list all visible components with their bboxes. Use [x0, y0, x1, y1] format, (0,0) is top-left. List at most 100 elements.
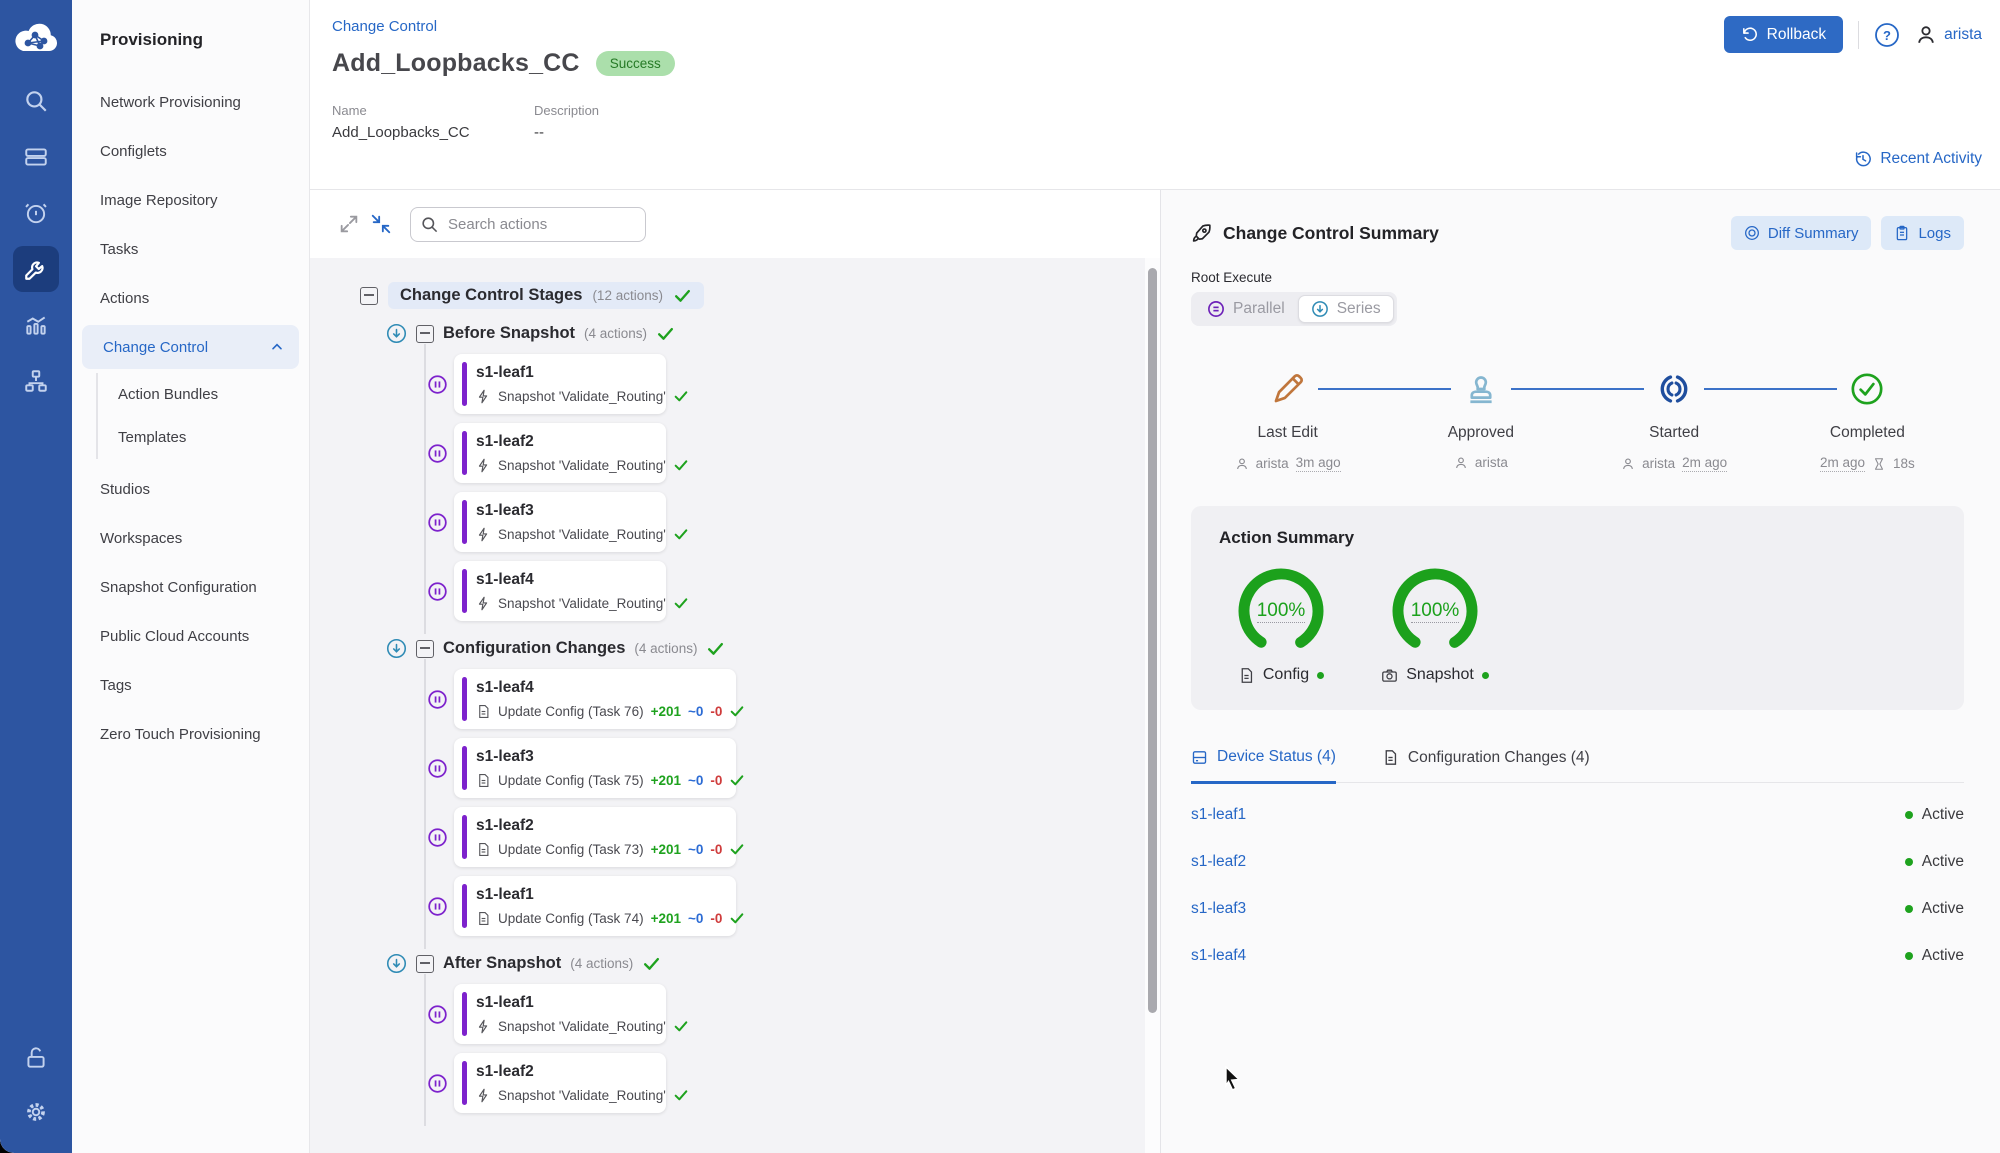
parallel-option[interactable]: Parallel	[1194, 295, 1298, 323]
pause-circle-icon[interactable]	[427, 443, 448, 464]
pause-circle-icon[interactable]	[427, 827, 448, 848]
search-icon[interactable]	[13, 78, 59, 124]
action-card[interactable]: s1-leaf2 Update Config (Task 73) +201 ~0…	[454, 807, 736, 867]
series-stage-icon[interactable]	[386, 638, 407, 659]
timeline-time[interactable]: 2m ago	[1682, 455, 1727, 472]
collapse-all-icon[interactable]	[370, 213, 392, 235]
summary-panel: Change Control Summary Diff Summary Logs	[1160, 190, 2000, 1153]
device-link[interactable]: s1-leaf3	[1191, 900, 1246, 918]
action-card[interactable]: s1-leaf2 Snapshot 'Validate_Routing'	[454, 1053, 666, 1113]
action-card[interactable]: s1-leaf4 Snapshot 'Validate_Routing'	[454, 561, 666, 621]
pause-circle-icon[interactable]	[427, 896, 448, 917]
metrics-icon[interactable]	[13, 302, 59, 348]
search-actions-input[interactable]	[410, 207, 646, 242]
logs-label: Logs	[1918, 225, 1951, 242]
action-card[interactable]: s1-leaf2 Snapshot 'Validate_Routing'	[454, 423, 666, 483]
collapse-node-icon[interactable]	[416, 955, 434, 973]
timeline-time[interactable]: 3m ago	[1296, 455, 1341, 472]
device-link[interactable]: s1-leaf2	[1191, 853, 1246, 871]
card-action: Snapshot 'Validate_Routing'	[476, 595, 652, 611]
rollback-button[interactable]: Rollback	[1724, 16, 1843, 53]
pause-circle-icon[interactable]	[427, 512, 448, 533]
unlock-icon[interactable]	[13, 1035, 59, 1081]
tree-root-row: Change Control Stages (12 actions)	[360, 282, 1160, 309]
sidebar-item-workspaces[interactable]: Workspaces	[82, 514, 299, 563]
card-device-name: s1-leaf4	[476, 679, 722, 697]
tab-device-status[interactable]: Device Status (4)	[1191, 748, 1336, 784]
sidebar-item-tags[interactable]: Tags	[82, 661, 299, 710]
collapse-node-icon[interactable]	[416, 640, 434, 658]
tree-root-node[interactable]: Change Control Stages (12 actions)	[388, 282, 704, 309]
devices-icon[interactable]	[13, 134, 59, 180]
expand-all-icon[interactable]	[338, 213, 360, 235]
diff-removed: -0	[710, 842, 722, 857]
recent-activity-link[interactable]: Recent Activity	[1854, 150, 1982, 168]
logs-button[interactable]: Logs	[1881, 216, 1964, 250]
sidebar-item-public-cloud-accounts[interactable]: Public Cloud Accounts	[82, 612, 299, 661]
breadcrumb[interactable]: Change Control	[332, 18, 437, 35]
topology-icon[interactable]	[13, 358, 59, 404]
card-action-label: Update Config (Task 75)	[498, 773, 644, 788]
sidebar-item-actions[interactable]: Actions	[82, 274, 299, 323]
pause-circle-icon[interactable]	[427, 581, 448, 602]
sidebar-item-templates[interactable]: Templates	[118, 416, 299, 459]
device-link[interactable]: s1-leaf4	[1191, 947, 1246, 965]
sidebar-item-tasks[interactable]: Tasks	[82, 225, 299, 274]
stage-section: Before Snapshot (4 actions) s1-leaf1	[360, 323, 1160, 638]
diff-added: +201	[651, 704, 681, 719]
collapse-node-icon[interactable]	[416, 325, 434, 343]
action-card[interactable]: s1-leaf3 Snapshot 'Validate_Routing'	[454, 492, 666, 552]
status-dot	[1905, 858, 1913, 866]
left-panel-scrollbar[interactable]	[1148, 268, 1157, 1013]
sidebar-item-configlets[interactable]: Configlets	[82, 127, 299, 176]
pause-circle-icon[interactable]	[427, 758, 448, 779]
tab-configuration-changes[interactable]: Configuration Changes (4)	[1382, 748, 1590, 782]
series-stage-icon[interactable]	[386, 323, 407, 344]
card-action: Snapshot 'Validate_Routing'	[476, 1018, 652, 1034]
device-row: s1-leaf3 Active	[1191, 885, 1964, 932]
card-action: Snapshot 'Validate_Routing'	[476, 457, 652, 473]
chevron-up-icon	[269, 339, 285, 355]
action-card[interactable]: s1-leaf1 Update Config (Task 74) +201 ~0…	[454, 876, 736, 936]
collapse-node-icon[interactable]	[360, 287, 378, 305]
cloudvision-logo[interactable]	[14, 0, 58, 78]
diff-summary-button[interactable]: Diff Summary	[1731, 216, 1872, 250]
sidebar-item-image-repository[interactable]: Image Repository	[82, 176, 299, 225]
card-device-name: s1-leaf1	[476, 994, 652, 1012]
action-card[interactable]: s1-leaf1 Snapshot 'Validate_Routing'	[454, 354, 666, 414]
description-label: Description	[534, 103, 599, 118]
stage-section: Configuration Changes (4 actions) s1-lea…	[360, 638, 1160, 953]
sidebar-item-change-control[interactable]: Change Control	[82, 325, 299, 369]
page-header: Change Control Add_Loopbacks_CC Success …	[310, 0, 2000, 190]
events-icon[interactable]	[13, 190, 59, 236]
pause-circle-icon[interactable]	[427, 689, 448, 710]
timeline-time[interactable]: 2m ago	[1820, 455, 1865, 472]
success-check-icon	[673, 457, 689, 473]
action-card[interactable]: s1-leaf4 Update Config (Task 76) +201 ~0…	[454, 669, 736, 729]
action-card[interactable]: s1-leaf3 Update Config (Task 75) +201 ~0…	[454, 738, 736, 798]
gauge-value[interactable]: 100%	[1388, 564, 1482, 658]
action-card-row: s1-leaf3 Snapshot 'Validate_Routing'	[427, 492, 1160, 552]
provisioning-wrench-icon[interactable]	[13, 246, 59, 292]
series-option[interactable]: Series	[1298, 295, 1394, 323]
pause-circle-icon[interactable]	[427, 1004, 448, 1025]
action-card[interactable]: s1-leaf1 Snapshot 'Validate_Routing'	[454, 984, 666, 1044]
sidebar-item-zero-touch-provisioning[interactable]: Zero Touch Provisioning	[82, 710, 299, 759]
device-link[interactable]: s1-leaf1	[1191, 806, 1246, 824]
sidebar-item-action-bundles[interactable]: Action Bundles	[118, 373, 299, 416]
sidebar-item-studios[interactable]: Studios	[82, 465, 299, 514]
snapshot-action-icon	[476, 389, 491, 404]
diff-removed: -0	[710, 704, 722, 719]
sidebar-item-snapshot-configuration[interactable]: Snapshot Configuration	[82, 563, 299, 612]
pause-circle-icon[interactable]	[427, 374, 448, 395]
actions-toolbar	[310, 190, 1160, 258]
timeline-meta: 2m ago 18s	[1820, 455, 1915, 472]
series-stage-icon[interactable]	[386, 953, 407, 974]
sidebar-item-network-provisioning[interactable]: Network Provisioning	[82, 78, 299, 127]
settings-gear-icon[interactable]	[13, 1089, 59, 1135]
user-menu[interactable]: arista	[1915, 24, 1982, 46]
card-device-name: s1-leaf1	[476, 364, 652, 382]
gauge-value[interactable]: 100%	[1234, 564, 1328, 658]
help-icon[interactable]: ?	[1874, 22, 1900, 48]
pause-circle-icon[interactable]	[427, 1073, 448, 1094]
